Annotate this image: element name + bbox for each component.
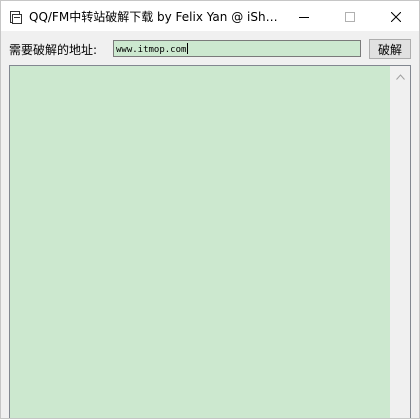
chevron-up-icon <box>396 65 405 84</box>
address-input-value: www.itmop.com <box>116 45 187 55</box>
address-label: 需要破解的地址: <box>9 43 98 57</box>
maximize-icon <box>345 7 355 26</box>
text-caret <box>187 43 189 54</box>
close-button[interactable] <box>373 1 419 31</box>
maximize-button[interactable] <box>327 1 373 31</box>
app-window-icon <box>10 9 22 24</box>
close-icon <box>390 7 402 26</box>
vertical-scrollbar[interactable] <box>390 66 410 418</box>
crack-button[interactable]: 破解 <box>369 39 411 59</box>
scroll-up-button[interactable] <box>391 66 410 83</box>
app-window: QQ/FM中转站破解下载 by Felix Yan @ iSh… 需要破解的地址… <box>0 0 420 419</box>
title-bar[interactable]: QQ/FM中转站破解下载 by Felix Yan @ iSh… <box>1 1 419 31</box>
minimize-button[interactable] <box>281 1 327 31</box>
main-content: 需要破解的地址: www.itmop.com 破解 <box>1 31 419 418</box>
address-input[interactable]: www.itmop.com <box>113 40 361 57</box>
minimize-icon <box>299 7 309 26</box>
output-textarea[interactable] <box>9 65 411 418</box>
window-title: QQ/FM中转站破解下载 by Felix Yan @ iSh… <box>29 10 278 24</box>
